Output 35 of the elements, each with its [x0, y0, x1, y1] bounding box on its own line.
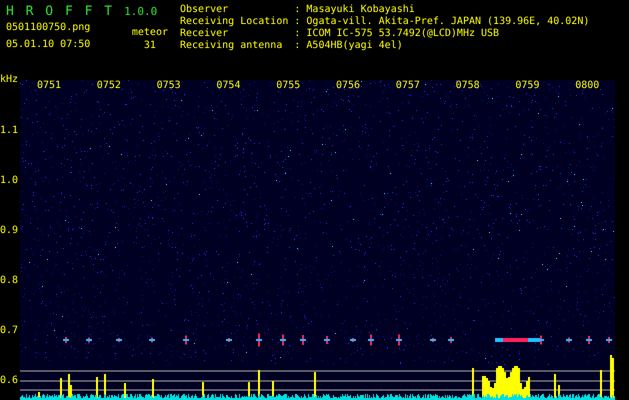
time-label: 0755: [276, 80, 300, 91]
colon-separator: :: [294, 4, 300, 16]
axis-unit: kHz: [0, 74, 18, 85]
frequency-label: 0.6: [0, 375, 18, 386]
time-label: 0751: [37, 80, 62, 91]
time-label: 0752: [96, 80, 121, 91]
frequency-label: 0.7: [0, 325, 18, 336]
info-value: Ogata-vill. Akita-Pref. JAPAN (139.96E, 40.02N): [306, 16, 590, 28]
info-label: Observer: [180, 4, 230, 16]
colon-separator: :: [294, 16, 300, 28]
app-version: 1.0.0: [124, 5, 158, 18]
frequency-label: 1.0: [0, 175, 18, 186]
time-label: 0759: [515, 80, 540, 91]
meteor-count: 31: [144, 40, 156, 51]
frequency-label: 1.1: [0, 125, 18, 136]
colon-separator: :: [294, 40, 300, 52]
info-label: Receiving Location: [180, 16, 288, 28]
info-value: A504HB(yagi 4el): [306, 40, 404, 52]
time-label: 0753: [156, 80, 181, 91]
time-label: 0758: [456, 80, 480, 91]
info-label: Receiver: [180, 28, 230, 40]
app-title: H R O F F T: [6, 4, 114, 19]
time-label: 0756: [336, 80, 360, 91]
colon-separator: :: [294, 28, 300, 40]
timestamp: 05.01.10 07:50: [6, 39, 90, 50]
file-name: 0501100750.png: [6, 22, 90, 33]
meteor-label: meteor: [132, 27, 168, 38]
info-value: ICOM IC-575 53.7492(@LCD)MHz USB: [306, 28, 500, 40]
info-value: Masayuki Kobayashi: [306, 4, 416, 16]
frequency-label: 0.9: [0, 225, 18, 236]
info-label: Receiving antenna: [180, 40, 284, 52]
time-label: 0800: [575, 80, 600, 91]
frequency-label: 0.8: [0, 275, 18, 286]
time-label: 0754: [216, 80, 240, 91]
time-label: 0757: [396, 80, 420, 91]
